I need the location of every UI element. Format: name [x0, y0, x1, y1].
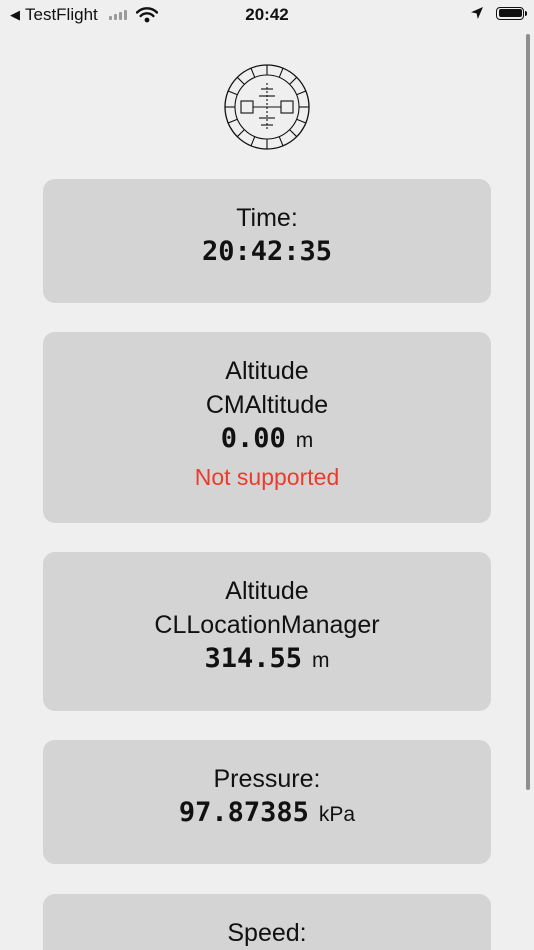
pressure-unit: kPa: [318, 803, 356, 826]
cl-altitude-source: CLLocationManager: [154, 611, 380, 639]
speed-card: Speed:: [43, 894, 491, 950]
cm-altitude-card: Altitude CMAltitude 0.00 m Not supported: [43, 332, 491, 523]
pressure-label: Pressure:: [213, 765, 321, 793]
compass-crosshair-logo: [224, 64, 310, 150]
pressure-value: 97.87385: [178, 797, 309, 828]
cm-altitude-source: CMAltitude: [205, 391, 329, 419]
cl-altitude-value: 314.55: [204, 643, 303, 674]
status-time: 20:42: [245, 5, 289, 24]
cm-altitude-error: Not supported: [194, 464, 340, 490]
cm-altitude-label: Altitude: [225, 357, 309, 385]
time-card: Time: 20:42:35: [43, 179, 491, 303]
cm-altitude-value: 0.00: [220, 423, 286, 454]
status-bar: ◀ TestFlight 20:42: [0, 0, 534, 30]
time-value: 20:42:35: [201, 236, 333, 267]
cl-altitude-label: Altitude: [225, 577, 309, 605]
battery-icon: [496, 6, 527, 20]
pressure-card: Pressure: 97.87385 kPa: [43, 740, 491, 864]
cm-altitude-unit: m: [295, 429, 314, 452]
location-arrow-icon: [471, 7, 483, 19]
cl-altitude-unit: m: [312, 649, 330, 672]
speed-label: Speed:: [227, 919, 307, 947]
cl-altitude-card: Altitude CLLocationManager 314.55 m: [43, 552, 491, 711]
time-label: Time:: [236, 204, 298, 232]
scrollbar[interactable]: [526, 34, 530, 790]
